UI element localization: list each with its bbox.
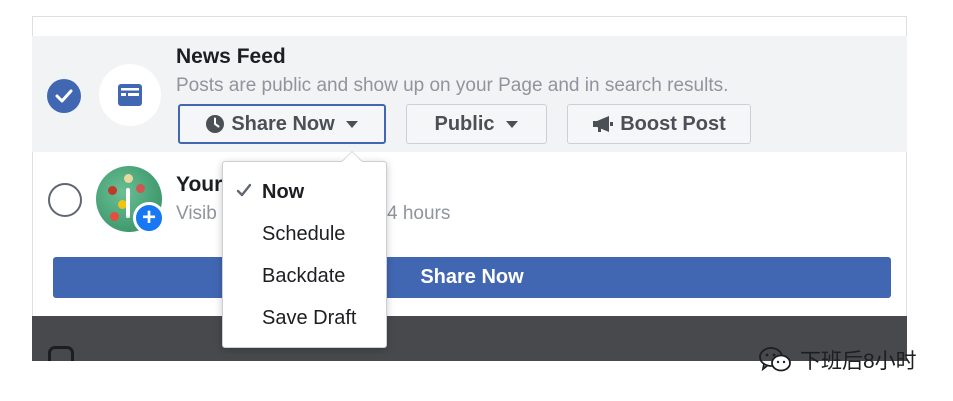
menu-item-save-draft[interactable]: Save Draft bbox=[223, 300, 386, 336]
avatar-decoration bbox=[110, 212, 119, 221]
share-now-button-label: Share Now bbox=[231, 112, 335, 135]
checkmark-icon bbox=[55, 89, 73, 103]
menu-item-label: Now bbox=[262, 180, 305, 203]
news-feed-icon bbox=[99, 64, 161, 126]
watermark-text: 下班后8小时 bbox=[800, 350, 917, 373]
news-feed-checkbox[interactable] bbox=[47, 79, 81, 113]
share-timing-menu: Now Schedule Backdate Save Draft bbox=[222, 161, 387, 348]
public-button-label: Public bbox=[434, 112, 495, 135]
avatar-decoration bbox=[126, 188, 130, 218]
news-feed-description: Posts are public and show up on your Pag… bbox=[176, 75, 729, 96]
dropdown-pointer-fill bbox=[342, 152, 362, 162]
story-subtitle-tail: 4 hours bbox=[387, 203, 451, 224]
avatar-decoration bbox=[136, 184, 145, 193]
news-feed-title: News Feed bbox=[176, 45, 286, 68]
wechat-icon bbox=[759, 347, 791, 372]
plus-icon: + bbox=[133, 202, 165, 234]
avatar-decoration bbox=[124, 174, 133, 183]
menu-item-label: Backdate bbox=[262, 264, 346, 287]
clock-icon bbox=[206, 115, 225, 133]
watermark: 下班后8小时 bbox=[758, 345, 917, 375]
megaphone-icon bbox=[593, 116, 614, 132]
story-checkbox[interactable] bbox=[48, 183, 82, 217]
share-now-button[interactable]: Share Now bbox=[53, 257, 891, 298]
caret-down-icon bbox=[345, 120, 358, 128]
story-title: Your bbox=[176, 173, 223, 196]
checkmark-icon bbox=[236, 183, 252, 197]
menu-item-label: Schedule bbox=[262, 222, 346, 245]
instagram-icon bbox=[48, 346, 74, 361]
boost-post-button-label: Boost Post bbox=[620, 112, 726, 135]
boost-post-button[interactable]: Boost Post bbox=[567, 104, 751, 144]
audience-public-button[interactable]: Public bbox=[406, 104, 547, 144]
menu-item-now[interactable]: Now bbox=[223, 174, 386, 210]
avatar-decoration bbox=[108, 186, 117, 195]
menu-item-backdate[interactable]: Backdate bbox=[223, 258, 386, 294]
caret-down-icon bbox=[505, 120, 518, 128]
story-subtitle: Visib bbox=[176, 203, 217, 224]
menu-item-label: Save Draft bbox=[262, 306, 357, 329]
menu-item-schedule[interactable]: Schedule bbox=[223, 216, 386, 252]
share-now-dropdown-button[interactable]: Share Now bbox=[178, 104, 386, 144]
